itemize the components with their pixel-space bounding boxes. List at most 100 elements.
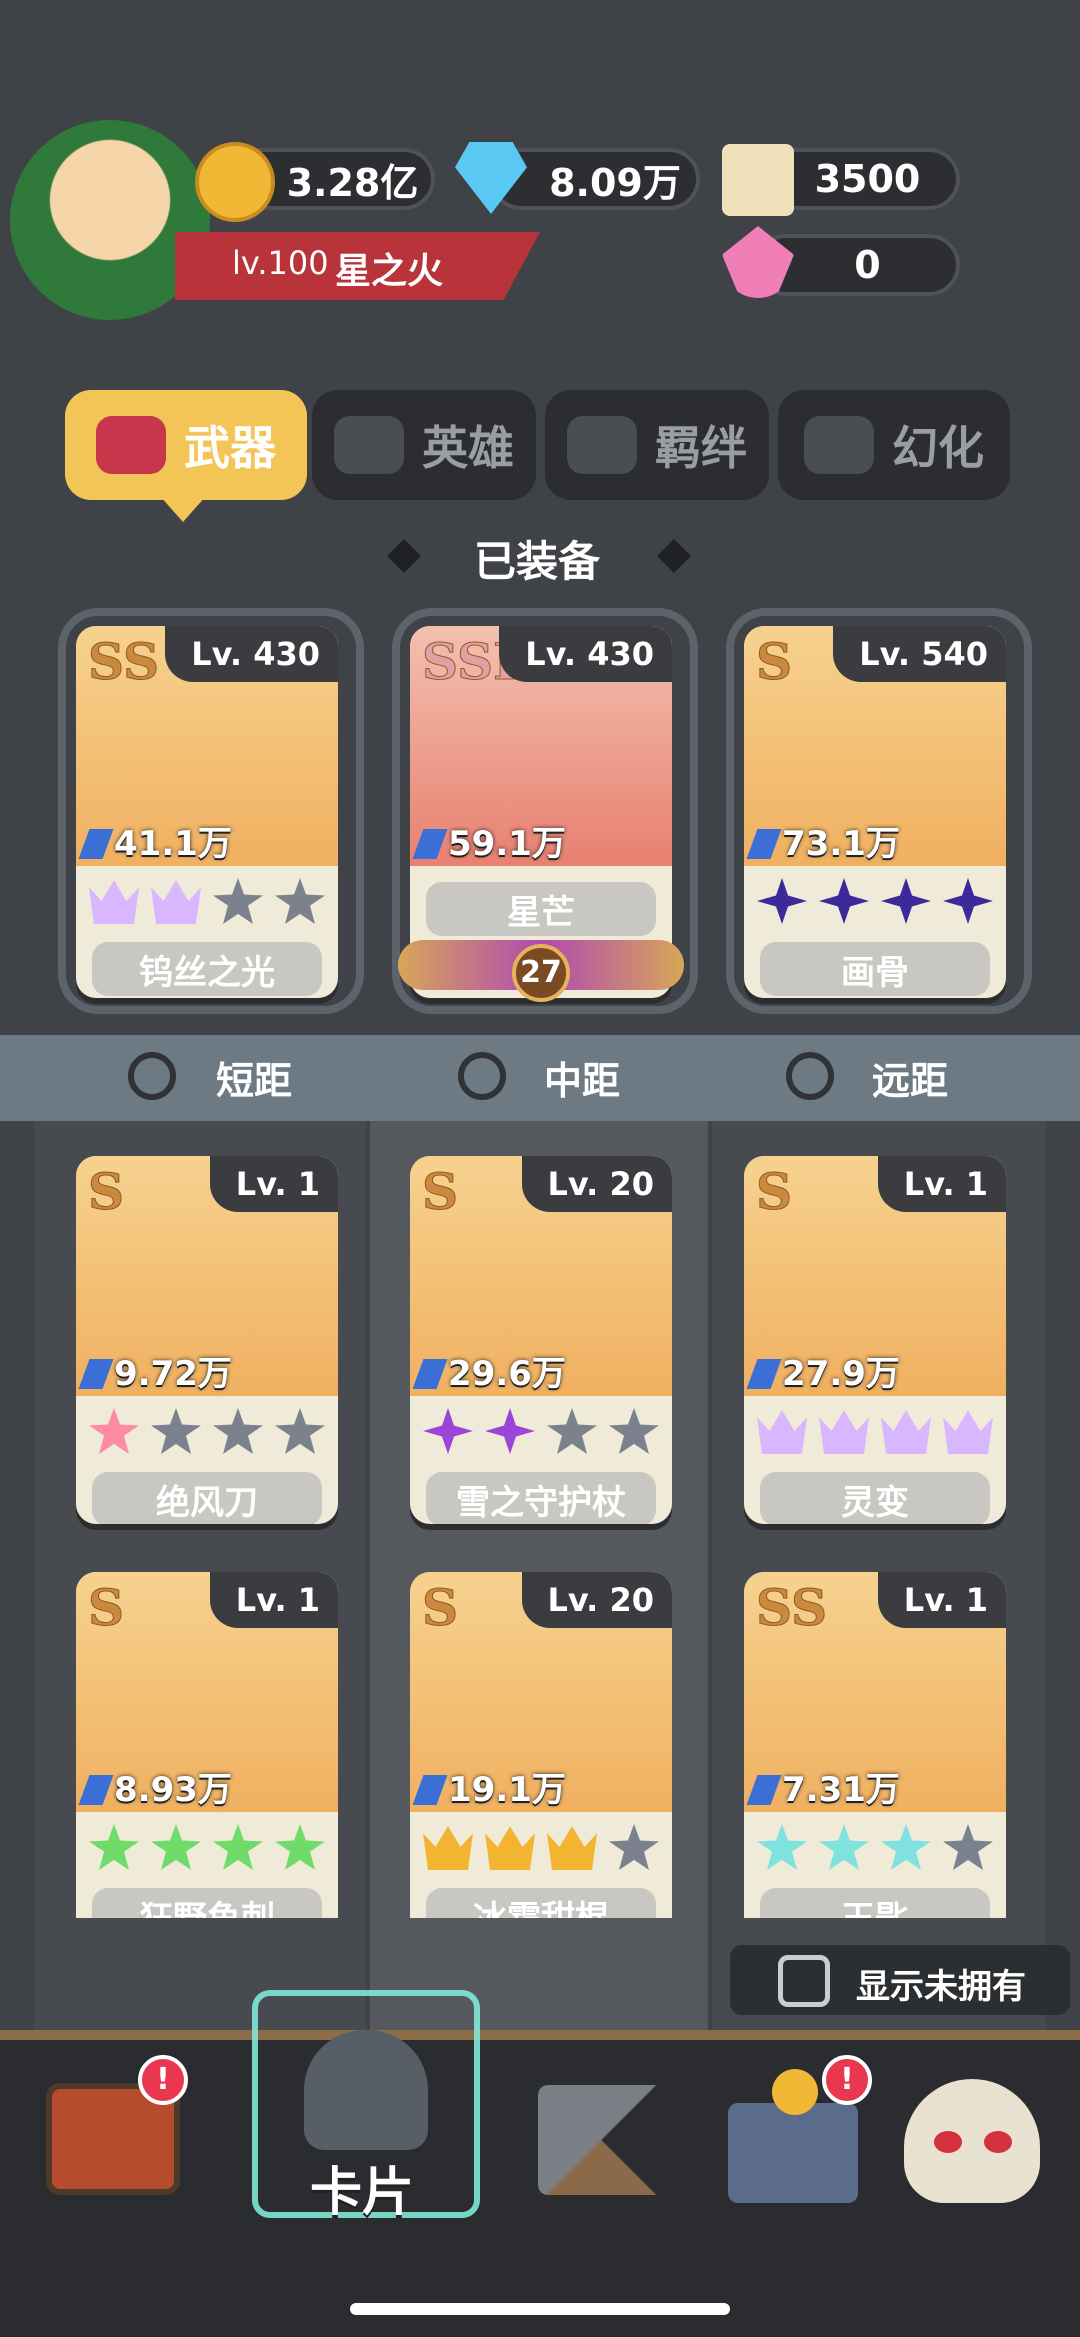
weapon-card[interactable]: S Lv. 1 27.9万 灵变 [744,1156,1006,1524]
sword-icon [412,1775,448,1805]
violet-star-icon [485,1408,535,1454]
grade-label: S [87,1578,125,1638]
weapons-forge-button[interactable] [528,2055,688,2205]
cards-button[interactable]: 卡片 [252,1990,480,2223]
power-label: 73.1万 [746,816,900,865]
power-label: 19.1万 [412,1762,566,1811]
gold-crown-icon [485,1826,535,1870]
power-label: 8.93万 [78,1762,232,1811]
gold-coin-icon [195,142,275,222]
weapon-card[interactable]: S Lv. 20 29.6万 雪之守护杖 [410,1156,672,1524]
tab-weapons-label: 武器 [184,421,276,475]
weapon-card[interactable]: S Lv. 20 19.1万 冰霜甜棍 [410,1572,672,1918]
crystal-value: 0 [854,243,881,287]
skull-icon [904,2079,1040,2203]
unowned-label: 显示未拥有 [856,1967,1026,2007]
empty-star-icon [547,1408,597,1454]
home-indicator [350,2303,730,2315]
power-label: 41.1万 [78,816,232,865]
diamond-divider-right [657,539,691,573]
treasury-button[interactable]: ! [722,2055,872,2205]
weapon-name: 画骨 [760,942,990,996]
cyan-star-icon [757,1824,807,1870]
level-label: Lv. 430 [499,626,672,682]
weapon-card[interactable]: SS Lv. 1 7.31万 玉匙 [744,1572,1006,1918]
level-label: Lv. 1 [877,1572,1006,1628]
tab-transform-label: 幻化 [892,421,984,475]
weapon-name: 灵变 [760,1472,990,1524]
tab-heroes[interactable]: 英雄 [312,390,536,500]
player-name: 星之火 [335,251,444,292]
short-range-icon [128,1052,176,1100]
power-value: 27.9万 [782,1354,900,1394]
star-row [744,878,1006,924]
tab-bonds[interactable]: 羁绊 [545,390,769,500]
equipped-title: 已装备 [474,537,601,586]
level-label: Lv. 1 [209,1572,338,1628]
diamond-counter[interactable]: 8.09万 [490,148,700,210]
grade-label: SS [755,1578,828,1638]
power-value: 41.1万 [114,824,232,864]
tab-pointer [160,496,206,522]
sword-icon [78,829,114,859]
knight-helmet-icon [304,2030,428,2150]
tab-transform[interactable]: 幻化 [778,390,1010,500]
green-star-icon [89,1824,139,1870]
sword-icon [78,1359,114,1389]
unowned-checkbox[interactable] [778,1955,830,2007]
long-range-icon [786,1052,834,1100]
skull-eye-right [984,2131,1012,2153]
equipped-card[interactable]: S Lv. 540 73.1万 画骨 [744,626,1006,998]
bond-tab-icon [567,416,637,474]
power-value: 19.1万 [448,1770,566,1810]
power-value: 59.1万 [448,824,566,864]
violet-star-icon [423,1408,473,1454]
empty-star-icon [213,878,263,924]
pink-star-icon [89,1408,139,1454]
weapon-card[interactable]: S Lv. 1 8.93万 狂野鱼刺 [76,1572,338,1918]
purple-star-icon [943,878,993,924]
green-star-icon [275,1824,325,1870]
empty-star-icon [213,1408,263,1454]
sword-icon [412,1359,448,1389]
hero-tab-icon [334,416,404,474]
cyan-star-icon [881,1824,931,1870]
star-level-badge: 27 [512,944,570,1002]
star-row [76,878,338,924]
empty-star-icon [275,1408,325,1454]
diamond-value: 8.09万 [549,160,681,205]
power-label: 7.31万 [746,1762,900,1811]
gold-crown-icon [547,1826,597,1870]
transform-tab-icon [804,416,874,474]
grade-label: S [421,1162,459,1222]
weapon-name: 绝风刀 [92,1472,322,1524]
level-label: Lv. 430 [165,626,338,682]
power-value: 29.6万 [448,1354,566,1394]
crown-star-icon [151,880,201,924]
tab-weapons[interactable]: 武器 [65,390,307,500]
shop-button[interactable]: ! [38,2055,188,2205]
weapon-name: 雪之守护杖 [426,1472,656,1524]
shop-alert-badge: ! [138,2055,188,2105]
range-mid-label: 中距 [544,1059,621,1103]
power-value: 73.1万 [782,824,900,864]
level-label: Lv. 20 [521,1572,672,1628]
weapon-card[interactable]: S Lv. 1 9.72万 绝风刀 [76,1156,338,1524]
crossed-guns-icon [538,2085,688,2195]
sword-icon [746,1359,782,1389]
grade-label: S [421,1578,459,1638]
show-unowned-toggle[interactable]: 显示未拥有 [730,1945,1070,2015]
equipped-card[interactable]: SS Lv. 430 41.1万 钨丝之光 [76,626,338,998]
level-label: Lv. 540 [833,626,1006,682]
boss-button[interactable] [900,2055,1050,2205]
skull-eye-left [934,2131,962,2153]
scroll-value: 3500 [814,157,921,201]
empty-star-icon [609,1824,659,1870]
crown-star-icon [757,1410,807,1454]
power-value: 7.31万 [782,1770,900,1810]
power-label: 27.9万 [746,1346,900,1395]
grade-label: SS [87,632,160,692]
weapon-tab-icon [96,416,166,474]
crown-star-icon [943,1410,993,1454]
power-label: 59.1万 [412,816,566,865]
